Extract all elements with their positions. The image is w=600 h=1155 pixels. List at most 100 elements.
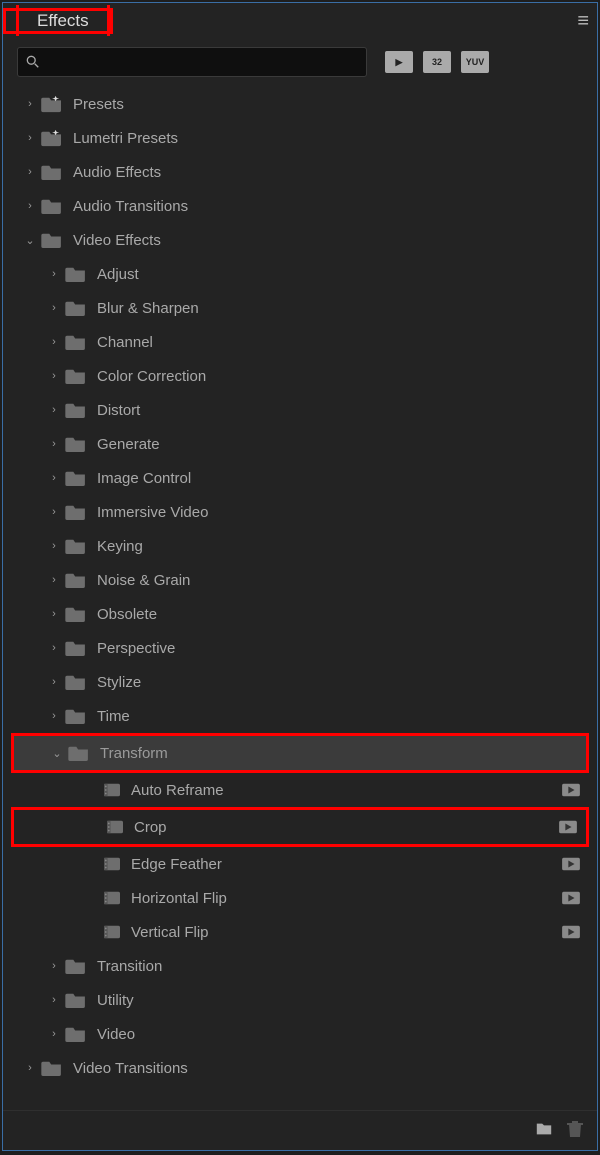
tree-item-perspective[interactable]: › Perspective — [3, 631, 597, 665]
chevron-right-icon[interactable]: › — [23, 97, 37, 111]
effect-icon — [106, 819, 124, 835]
effects-tree[interactable]: › Presets › Lumetri Presets › Audio Effe… — [3, 85, 597, 1110]
filter-badges: ▶ 32 YUV — [385, 51, 489, 73]
chevron-right-icon[interactable]: › — [47, 539, 61, 553]
chevron-right-icon[interactable]: › — [47, 301, 61, 315]
tree-label: Lumetri Presets — [73, 130, 178, 147]
accelerated-badge-icon — [561, 856, 581, 872]
tree-item-audio-transitions[interactable]: › Audio Transitions — [3, 189, 597, 223]
32bit-filter-icon[interactable]: 32 — [423, 51, 451, 73]
tree-item-time[interactable]: › Time — [3, 699, 597, 733]
chevron-right-icon[interactable]: › — [47, 641, 61, 655]
tree-item-video-effects[interactable]: ⌄ Video Effects — [3, 223, 597, 257]
effect-horizontal-flip[interactable]: Horizontal Flip — [3, 881, 597, 915]
chevron-down-icon[interactable]: ⌄ — [23, 233, 37, 247]
tree-label: Color Correction — [97, 368, 206, 385]
tree-item-video[interactable]: ›Video — [3, 1017, 597, 1051]
tree-label: Transform — [100, 745, 168, 762]
chevron-right-icon[interactable]: › — [47, 607, 61, 621]
accelerated-badge-icon — [561, 924, 581, 940]
chevron-right-icon[interactable]: › — [47, 437, 61, 451]
chevron-right-icon[interactable]: › — [47, 573, 61, 587]
tree-item-noise-grain[interactable]: ›Noise & Grain — [3, 563, 597, 597]
chevron-right-icon[interactable]: › — [47, 993, 61, 1007]
panel-header: Effects ≡ — [3, 3, 597, 39]
tree-label: Image Control — [97, 470, 191, 487]
effect-vertical-flip[interactable]: Vertical Flip — [3, 915, 597, 949]
panel-tab-effects[interactable]: Effects — [16, 5, 110, 36]
effect-edge-feather[interactable]: Edge Feather — [3, 847, 597, 881]
tree-item-color-correction[interactable]: › Color Correction — [3, 359, 597, 393]
transform-highlight: ⌄ Transform — [11, 733, 589, 773]
chevron-right-icon[interactable]: › — [23, 199, 37, 213]
folder-icon — [65, 708, 87, 724]
chevron-right-icon[interactable]: › — [47, 675, 61, 689]
accelerated-filter-icon[interactable]: ▶ — [385, 51, 413, 73]
folder-icon — [41, 164, 63, 180]
accelerated-badge-icon — [561, 890, 581, 906]
effects-panel: Effects ≡ ▶ 32 YUV › Presets › Lumetri P… — [2, 2, 598, 1151]
tree-item-utility[interactable]: ›Utility — [3, 983, 597, 1017]
yuv-filter-icon[interactable]: YUV — [461, 51, 489, 73]
effect-icon — [103, 924, 121, 940]
tree-item-blur-sharpen[interactable]: ›Blur & Sharpen — [3, 291, 597, 325]
tree-item-obsolete[interactable]: › Obsolete — [3, 597, 597, 631]
chevron-right-icon[interactable]: › — [47, 471, 61, 485]
effect-auto-reframe[interactable]: Auto Reframe — [3, 773, 597, 807]
chevron-right-icon[interactable]: › — [47, 369, 61, 383]
folder-icon — [65, 538, 87, 554]
tree-item-keying[interactable]: › Keying — [3, 529, 597, 563]
chevron-right-icon[interactable]: › — [23, 131, 37, 145]
tree-item-stylize[interactable]: ›Stylize — [3, 665, 597, 699]
tree-item-video-transitions[interactable]: › Video Transitions — [3, 1051, 597, 1085]
effect-icon — [103, 856, 121, 872]
folder-icon — [41, 232, 63, 248]
tree-label: Keying — [97, 538, 143, 555]
panel-tab-highlight: Effects — [3, 8, 113, 34]
accelerated-badge-icon — [561, 782, 581, 798]
chevron-right-icon[interactable]: › — [23, 1061, 37, 1075]
tree-label: Obsolete — [97, 606, 157, 623]
chevron-right-icon[interactable]: › — [47, 403, 61, 417]
preset-folder-icon — [41, 95, 63, 113]
tree-item-presets[interactable]: › Presets — [3, 87, 597, 121]
tree-label: Perspective — [97, 640, 175, 657]
chevron-right-icon[interactable]: › — [47, 1027, 61, 1041]
tree-label: Channel — [97, 334, 153, 351]
tree-label: Time — [97, 708, 130, 725]
chevron-right-icon[interactable]: › — [47, 267, 61, 281]
delete-button[interactable] — [567, 1120, 583, 1142]
chevron-right-icon[interactable]: › — [47, 959, 61, 973]
tree-item-transform[interactable]: ⌄ Transform — [14, 736, 586, 770]
tree-label: Generate — [97, 436, 160, 453]
panel-menu-icon[interactable]: ≡ — [577, 10, 587, 33]
effects-toolbar: ▶ 32 YUV — [3, 39, 597, 85]
tree-item-adjust[interactable]: ›Adjust — [3, 257, 597, 291]
folder-icon — [65, 300, 87, 316]
tree-item-immersive-video[interactable]: ›Immersive Video — [3, 495, 597, 529]
folder-icon — [65, 640, 87, 656]
folder-icon — [68, 745, 90, 761]
folder-icon — [65, 504, 87, 520]
new-bin-icon — [535, 1121, 553, 1137]
chevron-right-icon[interactable]: › — [23, 165, 37, 179]
tree-item-image-control[interactable]: › Image Control — [3, 461, 597, 495]
tree-item-transition[interactable]: ›Transition — [3, 949, 597, 983]
tree-item-lumetri-presets[interactable]: › Lumetri Presets — [3, 121, 597, 155]
panel-footer — [3, 1110, 597, 1150]
tree-label: Crop — [134, 819, 167, 836]
tree-label: Auto Reframe — [131, 782, 224, 799]
tree-item-channel[interactable]: › Channel — [3, 325, 597, 359]
crop-highlight: Crop — [11, 807, 589, 847]
folder-icon — [41, 1060, 63, 1076]
chevron-right-icon[interactable]: › — [47, 709, 61, 723]
effect-crop[interactable]: Crop — [14, 810, 586, 844]
tree-item-distort[interactable]: ›Distort — [3, 393, 597, 427]
chevron-down-icon[interactable]: ⌄ — [50, 746, 64, 760]
tree-item-generate[interactable]: › Generate — [3, 427, 597, 461]
chevron-right-icon[interactable]: › — [47, 335, 61, 349]
search-input[interactable] — [17, 47, 367, 77]
chevron-right-icon[interactable]: › — [47, 505, 61, 519]
new-bin-button[interactable] — [535, 1121, 553, 1141]
tree-item-audio-effects[interactable]: › Audio Effects — [3, 155, 597, 189]
